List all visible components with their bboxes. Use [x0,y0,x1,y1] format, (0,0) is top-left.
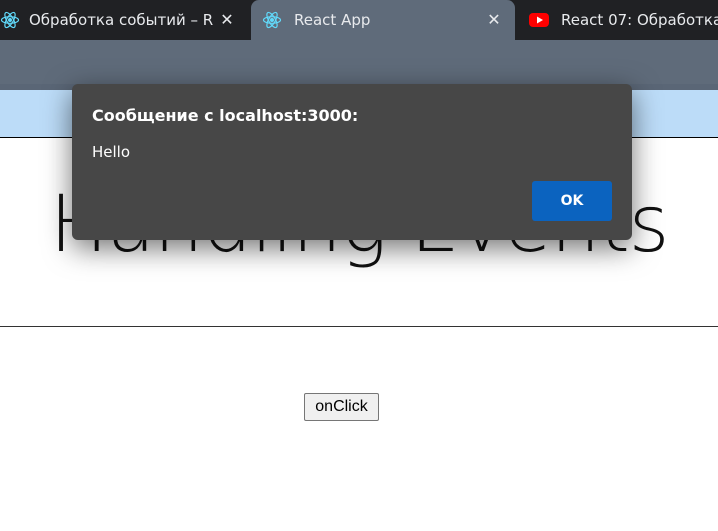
tab-react-docs[interactable]: Обработка событий – Reac ✕ [0,0,248,40]
alert-dialog: Сообщение с localhost:3000: Hello OK [72,84,632,240]
tab-title: React 07: Обработка собы [561,11,718,29]
react-logo-icon [0,11,20,29]
onclick-button[interactable]: onClick [304,393,379,421]
tab-strip: Обработка событий – Reac ✕ React App ✕ R… [0,0,718,40]
ok-button[interactable]: OK [532,181,612,221]
alert-title: Сообщение с localhost:3000: [92,106,359,125]
close-icon[interactable]: ✕ [485,11,503,29]
react-logo-icon [262,11,282,29]
tab-title: React App [294,11,371,29]
tab-youtube-video[interactable]: React 07: Обработка собы [518,0,718,40]
tab-react-app[interactable]: React App ✕ [251,0,515,40]
close-icon[interactable]: ✕ [218,11,236,29]
browser-toolbar [0,40,718,84]
divider [0,326,718,327]
youtube-icon [529,13,549,27]
alert-message: Hello [92,143,131,161]
tab-title: Обработка событий – Reac [29,11,213,29]
